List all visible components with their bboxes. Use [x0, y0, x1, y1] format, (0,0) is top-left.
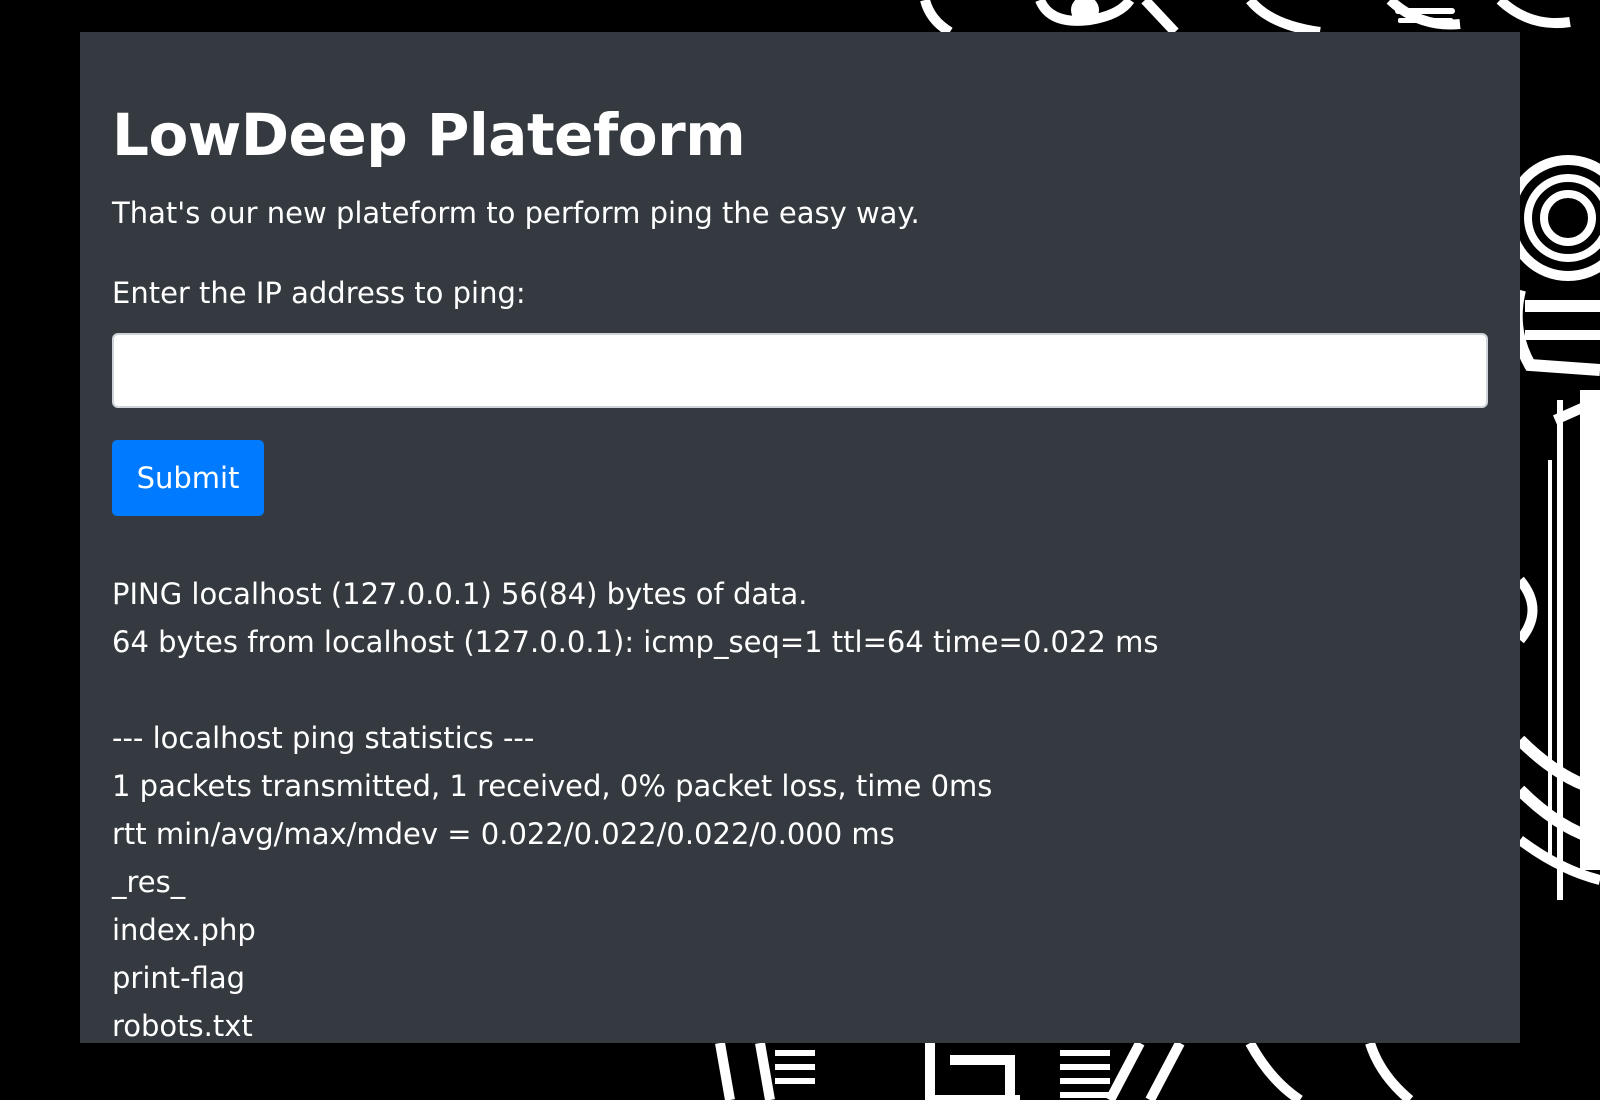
- output-line: PING localhost (127.0.0.1) 56(84) bytes …: [112, 577, 808, 611]
- main-panel: LowDeep Plateform That's our new platefo…: [80, 32, 1520, 1043]
- ip-address-label: Enter the IP address to ping:: [112, 276, 526, 310]
- output-line: robots.txt: [112, 1009, 253, 1043]
- output-line: 1 packets transmitted, 1 received, 0% pa…: [112, 769, 993, 803]
- output-line: [112, 666, 1158, 714]
- page-subtitle: That's our new plateform to perform ping…: [112, 196, 920, 230]
- output-line: --- localhost ping statistics ---: [112, 721, 535, 755]
- ping-output: PING localhost (127.0.0.1) 56(84) bytes …: [112, 570, 1158, 1050]
- ip-address-input[interactable]: [112, 333, 1488, 408]
- output-line: _res_: [112, 865, 186, 899]
- output-line: index.php: [112, 913, 256, 947]
- output-line: 64 bytes from localhost (127.0.0.1): icm…: [112, 625, 1159, 659]
- submit-button[interactable]: Submit: [112, 440, 264, 516]
- output-line: rtt min/avg/max/mdev = 0.022/0.022/0.022…: [112, 817, 895, 851]
- page-title: LowDeep Plateform: [112, 101, 746, 169]
- output-line: print-flag: [112, 961, 246, 995]
